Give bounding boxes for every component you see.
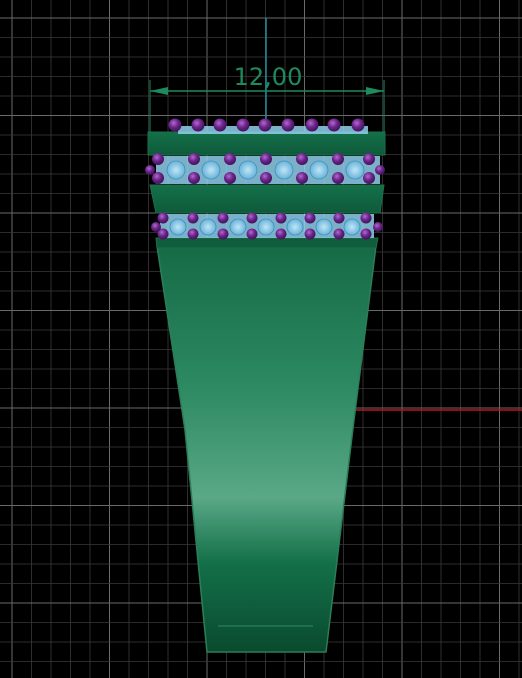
gemstone[interactable] bbox=[363, 172, 375, 184]
ring-band-top[interactable] bbox=[147, 131, 386, 156]
gemstone[interactable] bbox=[373, 222, 383, 232]
gemstone[interactable] bbox=[296, 172, 308, 184]
gemstone[interactable] bbox=[187, 228, 199, 240]
gem-setting bbox=[257, 218, 275, 236]
gemstone[interactable] bbox=[217, 212, 229, 224]
cad-viewport[interactable]: 12,00 bbox=[0, 0, 522, 678]
gem-setting bbox=[199, 218, 217, 236]
gemstone[interactable] bbox=[145, 165, 155, 175]
gemstone[interactable] bbox=[327, 118, 341, 132]
gem-setting bbox=[309, 160, 329, 180]
ring-band-middle[interactable] bbox=[149, 184, 385, 214]
gemstone[interactable] bbox=[151, 222, 161, 232]
viewport-canvas[interactable]: 12,00 bbox=[0, 0, 522, 678]
gemstone[interactable] bbox=[360, 212, 372, 224]
gemstone[interactable] bbox=[152, 172, 164, 184]
gemstone[interactable] bbox=[333, 212, 345, 224]
gemstone[interactable] bbox=[375, 165, 385, 175]
gemstone[interactable] bbox=[246, 228, 258, 240]
gem-setting bbox=[201, 160, 221, 180]
gem-setting bbox=[315, 218, 333, 236]
gemstone[interactable] bbox=[188, 172, 200, 184]
gem-setting bbox=[166, 160, 186, 180]
gem-setting bbox=[169, 218, 187, 236]
gemstone[interactable] bbox=[188, 153, 200, 165]
gem-setting bbox=[345, 160, 365, 180]
gem-setting bbox=[229, 218, 247, 236]
gemstone[interactable] bbox=[213, 118, 227, 132]
dimension-label: 12,00 bbox=[234, 63, 303, 91]
ring-band-lower[interactable] bbox=[155, 237, 379, 249]
gemstone[interactable] bbox=[304, 228, 316, 240]
gemstone[interactable] bbox=[224, 153, 236, 165]
gemstone[interactable] bbox=[304, 212, 316, 224]
gemstone[interactable] bbox=[332, 153, 344, 165]
dimension-arrow-left-icon bbox=[150, 87, 168, 95]
gem-setting bbox=[274, 160, 294, 180]
gemstone[interactable] bbox=[217, 228, 229, 240]
gemstone[interactable] bbox=[281, 118, 295, 132]
gemstone[interactable] bbox=[260, 153, 272, 165]
gemstone[interactable] bbox=[258, 118, 272, 132]
gemstone[interactable] bbox=[224, 172, 236, 184]
gem-setting bbox=[286, 218, 304, 236]
gemstone[interactable] bbox=[236, 118, 250, 132]
gem-setting bbox=[238, 160, 258, 180]
gemstone[interactable] bbox=[260, 172, 272, 184]
gemstone[interactable] bbox=[275, 228, 287, 240]
gemstone[interactable] bbox=[275, 212, 287, 224]
gemstone[interactable] bbox=[363, 153, 375, 165]
gemstone[interactable] bbox=[360, 228, 372, 240]
gemstone[interactable] bbox=[305, 118, 319, 132]
gemstone[interactable] bbox=[246, 212, 258, 224]
gemstone[interactable] bbox=[152, 153, 164, 165]
gemstone[interactable] bbox=[187, 212, 199, 224]
gemstone[interactable] bbox=[333, 228, 345, 240]
gemstone[interactable] bbox=[332, 172, 344, 184]
gemstone[interactable] bbox=[296, 153, 308, 165]
gemstone[interactable] bbox=[351, 118, 365, 132]
gemstone[interactable] bbox=[157, 212, 169, 224]
gem-setting bbox=[343, 218, 361, 236]
gemstone[interactable] bbox=[168, 118, 182, 132]
dimension-arrow-right-icon bbox=[366, 87, 384, 95]
gemstone[interactable] bbox=[191, 118, 205, 132]
